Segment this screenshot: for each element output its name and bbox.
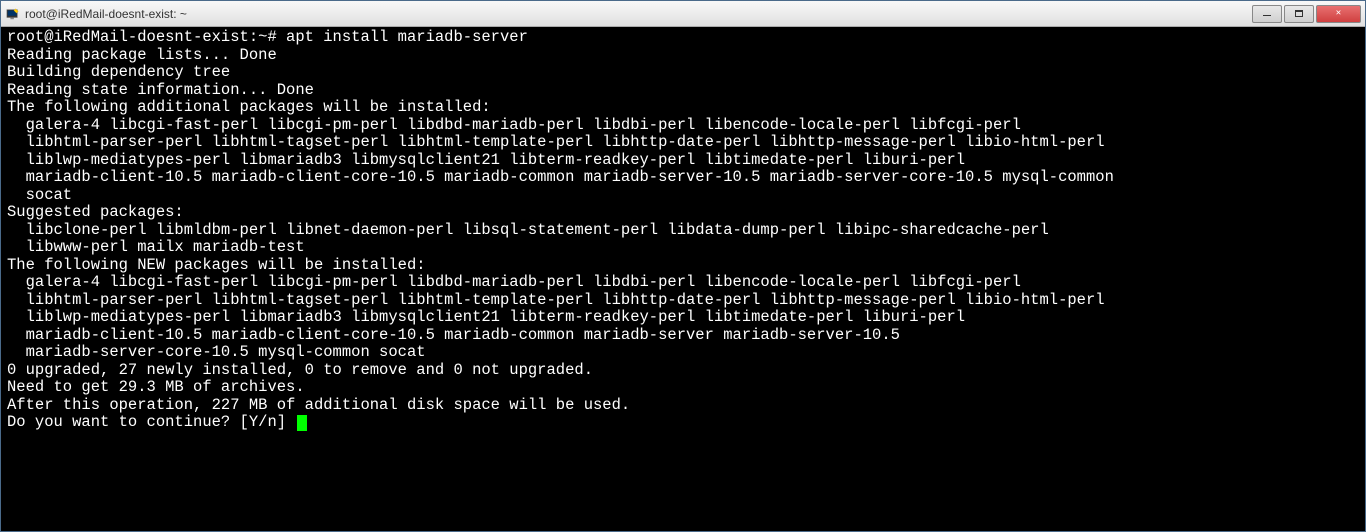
minimize-icon <box>1263 15 1271 16</box>
output-line: libwww-perl mailx mariadb-test <box>7 239 1359 257</box>
output-line: libclone-perl libmldbm-perl libnet-daemo… <box>7 222 1359 240</box>
output-line: galera-4 libcgi-fast-perl libcgi-pm-perl… <box>7 274 1359 292</box>
output-line: liblwp-mediatypes-perl libmariadb3 libmy… <box>7 309 1359 327</box>
output-line: galera-4 libcgi-fast-perl libcgi-pm-perl… <box>7 117 1359 135</box>
maximize-icon <box>1295 10 1303 17</box>
output-line: Reading package lists... Done <box>7 47 1359 65</box>
output-line: mariadb-client-10.5 mariadb-client-core-… <box>7 169 1359 187</box>
close-icon <box>1336 8 1341 19</box>
command-line: root@iRedMail-doesnt-exist:~# apt instal… <box>7 29 1359 47</box>
output-line: liblwp-mediatypes-perl libmariadb3 libmy… <box>7 152 1359 170</box>
output-line: The following NEW packages will be insta… <box>7 257 1359 275</box>
minimize-button[interactable] <box>1252 5 1282 23</box>
maximize-button[interactable] <box>1284 5 1314 23</box>
output-line: After this operation, 227 MB of addition… <box>7 397 1359 415</box>
titlebar[interactable]: root@iRedMail-doesnt-exist: ~ <box>1 1 1365 27</box>
output-line: Reading state information... Done <box>7 82 1359 100</box>
cursor <box>297 415 307 431</box>
output-line: libhtml-parser-perl libhtml-tagset-perl … <box>7 292 1359 310</box>
prompt-line: Do you want to continue? [Y/n] <box>7 414 1359 432</box>
output-line: socat <box>7 187 1359 205</box>
continue-prompt: Do you want to continue? [Y/n] <box>7 413 295 431</box>
terminal-window: root@iRedMail-doesnt-exist: ~ root@iRedM… <box>0 0 1366 532</box>
output-line: Building dependency tree <box>7 64 1359 82</box>
output-line: mariadb-client-10.5 mariadb-client-core-… <box>7 327 1359 345</box>
output-line: mariadb-server-core-10.5 mysql-common so… <box>7 344 1359 362</box>
output-line: libhtml-parser-perl libhtml-tagset-perl … <box>7 134 1359 152</box>
close-button[interactable] <box>1316 5 1361 23</box>
putty-icon <box>5 6 21 22</box>
output-line: 0 upgraded, 27 newly installed, 0 to rem… <box>7 362 1359 380</box>
output-line: The following additional packages will b… <box>7 99 1359 117</box>
shell-prompt: root@iRedMail-doesnt-exist:~# <box>7 28 286 46</box>
window-title: root@iRedMail-doesnt-exist: ~ <box>25 7 1252 21</box>
window-controls <box>1252 5 1361 23</box>
command-text: apt install mariadb-server <box>286 28 528 46</box>
output-line: Need to get 29.3 MB of archives. <box>7 379 1359 397</box>
terminal-output[interactable]: root@iRedMail-doesnt-exist:~# apt instal… <box>1 27 1365 531</box>
output-line: Suggested packages: <box>7 204 1359 222</box>
